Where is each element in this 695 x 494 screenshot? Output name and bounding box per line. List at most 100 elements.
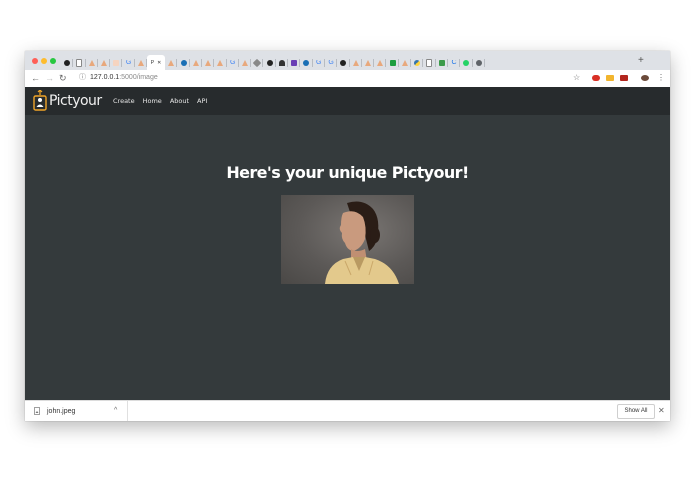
tab-strip: G P ✕ G G G C + [25, 51, 670, 70]
show-all-button[interactable]: Show All [617, 404, 655, 419]
browser-menu-icon[interactable]: ⋮ [657, 72, 665, 84]
tab-document[interactable] [73, 55, 86, 70]
doc-icon [113, 59, 120, 66]
tab-site[interactable] [177, 55, 190, 70]
tab-site[interactable] [276, 55, 289, 70]
tab-site[interactable] [386, 55, 400, 70]
tab-google[interactable]: G [227, 55, 240, 70]
forward-arrow-icon[interactable]: → [45, 72, 54, 84]
favicon-icon [205, 59, 212, 66]
chevron-up-icon[interactable]: ^ [114, 406, 117, 415]
tab-site[interactable] [135, 55, 148, 70]
tab-site[interactable] [436, 55, 449, 70]
tab-site[interactable] [214, 55, 227, 70]
tab-site[interactable] [350, 55, 363, 70]
green-square-icon [438, 59, 445, 66]
favicon-icon [88, 59, 95, 66]
tab-google[interactable]: G [325, 55, 338, 70]
green-square-icon [389, 59, 396, 66]
image-file-icon [34, 407, 40, 415]
green-circle-icon [463, 59, 470, 66]
person-icon [278, 59, 285, 66]
favicon-icon [137, 59, 144, 66]
back-arrow-icon[interactable]: ← [31, 72, 40, 84]
url-path: :5000/image [119, 74, 158, 81]
profile-avatar[interactable] [641, 75, 649, 81]
tab-site[interactable] [190, 55, 203, 70]
tab-site[interactable] [399, 55, 412, 70]
tab-site[interactable] [251, 55, 264, 70]
web-page: Pictyour Create Home About API Here's yo… [25, 87, 670, 400]
tab-site[interactable] [98, 55, 111, 70]
extension-yellow-icon[interactable] [606, 75, 614, 81]
tab-site[interactable]: C [448, 55, 461, 70]
favicon-icon [364, 59, 371, 66]
download-file-name: john.jpeg [47, 408, 76, 415]
tab-site[interactable] [165, 55, 178, 70]
tab-python[interactable] [411, 55, 424, 70]
tab-close-icon[interactable]: ✕ [157, 60, 161, 66]
tab-github[interactable] [61, 55, 74, 70]
page-heading: Here's your unique Pictyour! [226, 163, 469, 182]
tab-google[interactable]: G [313, 55, 326, 70]
url-text: 127.0.0.1:5000/image [90, 72, 158, 84]
tab-google[interactable]: G [122, 55, 136, 70]
reload-icon[interactable]: ↻ [59, 72, 67, 84]
window-maximize-button[interactable] [50, 58, 56, 64]
google-icon: G [328, 59, 334, 66]
browser-toolbar: ← → ↻ ⓘ 127.0.0.1:5000/image ☆ ⋮ [25, 70, 670, 88]
tab-document[interactable] [423, 55, 436, 70]
pictyour-logo-icon[interactable] [32, 90, 48, 111]
circle-icon [180, 59, 187, 66]
new-tab-button[interactable]: + [638, 55, 644, 67]
tab-site[interactable] [460, 55, 473, 70]
square-icon [291, 59, 298, 66]
nav-create-link[interactable]: Create [113, 97, 135, 106]
diamond-icon [253, 58, 262, 67]
github-icon [340, 59, 347, 66]
window-close-button[interactable] [32, 58, 38, 64]
tab-site[interactable] [239, 55, 252, 70]
close-icon[interactable]: ✕ [658, 405, 665, 416]
circle-icon [303, 59, 310, 66]
favicon-icon [101, 59, 108, 66]
download-item[interactable]: john.jpeg ^ [25, 401, 128, 421]
brand-name[interactable]: Pictyour [49, 92, 102, 110]
tab-site[interactable] [86, 55, 99, 70]
python-icon [414, 59, 421, 66]
gear-icon [475, 59, 482, 66]
favicon-icon [242, 59, 248, 66]
bookmark-star-icon[interactable]: ☆ [573, 72, 580, 84]
portrait-photo-icon [325, 201, 399, 284]
extension-abp-icon[interactable] [592, 75, 600, 81]
github-icon [64, 59, 71, 66]
generated-image[interactable] [281, 195, 414, 284]
tab-site[interactable] [374, 55, 387, 70]
nav-api-link[interactable]: API [197, 97, 207, 106]
address-bar[interactable]: ⓘ 127.0.0.1:5000/image [75, 72, 605, 84]
tab-active[interactable]: P ✕ [147, 55, 166, 70]
tab-doc[interactable] [110, 55, 123, 70]
tab-site[interactable] [202, 55, 215, 70]
active-tab-label: P [150, 59, 155, 66]
tab-github[interactable] [337, 55, 350, 70]
info-icon[interactable]: ⓘ [79, 72, 86, 84]
tab-site[interactable] [288, 55, 301, 70]
favicon-icon [401, 59, 408, 66]
favicon-icon [168, 59, 175, 66]
favicon-icon [377, 59, 384, 66]
tab-site[interactable] [362, 55, 375, 70]
tab-site[interactable] [263, 55, 277, 70]
favicon-icon [217, 59, 224, 66]
document-icon [426, 58, 433, 67]
tab-site[interactable] [300, 55, 313, 70]
tab-settings[interactable] [473, 55, 486, 70]
extension-red-icon[interactable] [620, 75, 628, 81]
document-icon [76, 58, 83, 67]
site-nav: Create Home About API [113, 97, 215, 106]
google-icon: G [229, 59, 236, 66]
url-host: 127.0.0.1 [90, 74, 120, 81]
window-minimize-button[interactable] [41, 58, 47, 64]
nav-home-link[interactable]: Home [143, 97, 162, 106]
nav-about-link[interactable]: About [170, 97, 189, 106]
